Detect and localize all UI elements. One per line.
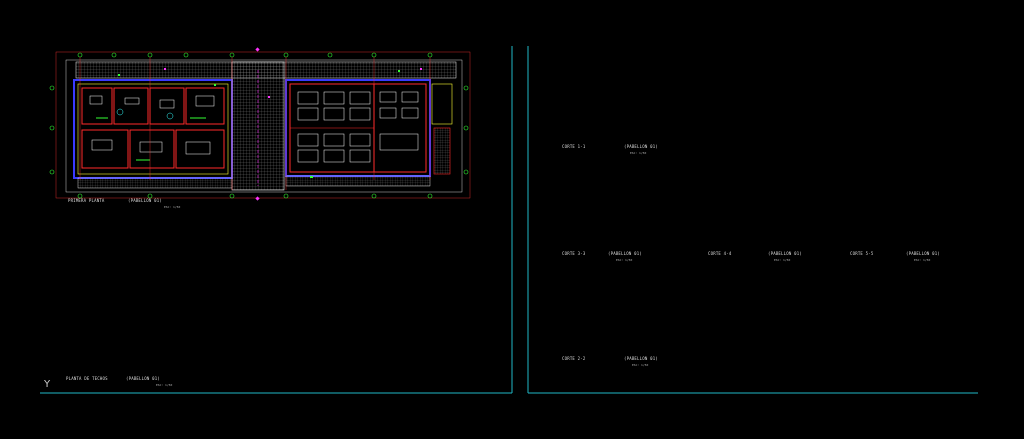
section-subtitle-corte-5-5: (PABELLON 01) <box>906 251 940 256</box>
section-scale-corte-4-4: ESC: 1/50 <box>774 258 791 262</box>
section-title-corte-2-2: CORTE 2-2 <box>562 356 586 361</box>
plan-subtitle-primera-planta: (PABELLON 01) <box>128 198 162 203</box>
plan-subtitle-planta-de-techos: (PABELLON 01) <box>126 376 160 381</box>
plan-scale-primera-planta: ESC: 1/50 <box>164 205 181 209</box>
section-subtitle-corte-3-3: (PABELLON 01) <box>608 251 642 256</box>
section-title-corte-3-3: CORTE 3-3 <box>562 251 586 256</box>
section-title-corte-1-1: CORTE 1-1 <box>562 144 586 149</box>
section-subtitle-corte-2-2: (PABELLON 01) <box>624 356 658 361</box>
plan-title-primera-planta: PRIMERA PLANTA <box>68 198 105 203</box>
cad-drawing-canvas[interactable] <box>0 0 1024 439</box>
plan-scale-planta-de-techos: ESC: 1/50 <box>156 383 173 387</box>
section-scale-corte-1-1: ESC: 1/50 <box>630 151 647 155</box>
section-title-corte-4-4: CORTE 4-4 <box>708 251 732 256</box>
section-scale-corte-2-2: ESC: 1/50 <box>632 363 649 367</box>
ucs-y-axis-icon: Y <box>44 379 51 390</box>
section-subtitle-corte-4-4: (PABELLON 01) <box>768 251 802 256</box>
section-scale-corte-5-5: ESC: 1/50 <box>914 258 931 262</box>
section-title-corte-5-5: CORTE 5-5 <box>850 251 874 256</box>
sheet-borders <box>40 46 978 394</box>
section-subtitle-corte-1-1: (PABELLON 01) <box>624 144 658 149</box>
plan-title-planta-de-techos: PLANTA DE TECHOS <box>66 376 108 381</box>
section-scale-corte-3-3: ESC: 1/50 <box>616 258 633 262</box>
plan-primera-planta[interactable] <box>49 47 471 201</box>
